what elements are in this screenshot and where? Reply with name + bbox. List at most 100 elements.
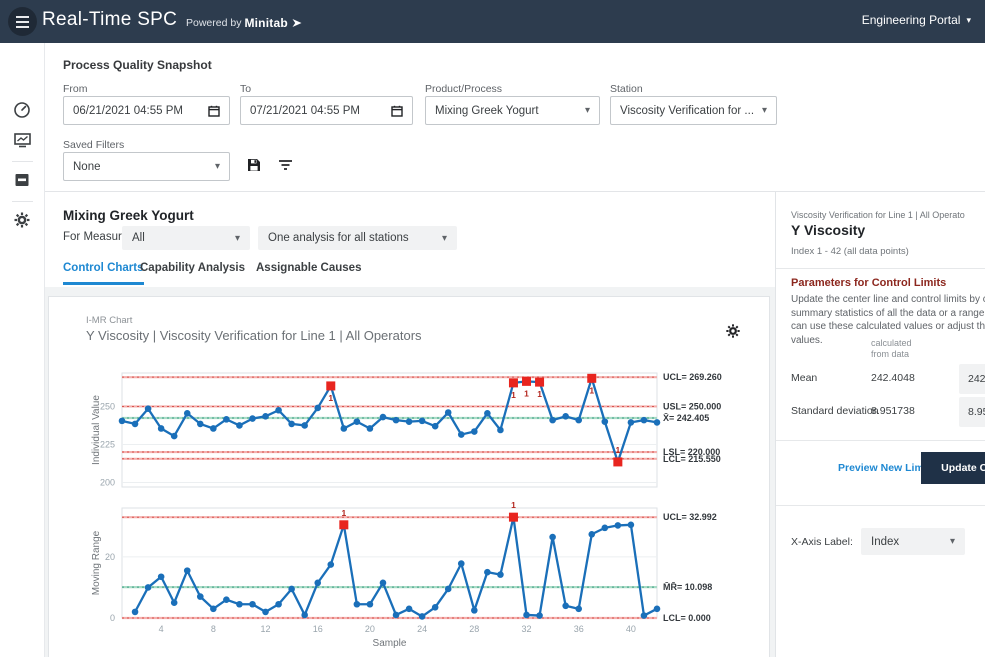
col-header-line2: from data (871, 349, 941, 360)
chart-settings-gear-icon[interactable] (725, 323, 741, 344)
stddev-calculated-value: 8.951738 (871, 405, 915, 417)
archive-icon[interactable] (11, 169, 33, 191)
portal-menu[interactable]: Engineering Portal ▾ (862, 13, 971, 27)
svg-text:1: 1 (615, 445, 620, 455)
stddev-input[interactable]: 8.951738 (959, 397, 985, 427)
from-date-input[interactable]: 06/21/2021 04:55 PM (63, 96, 230, 125)
from-date-value: 06/21/2021 04:55 PM (73, 105, 183, 117)
analysis-select[interactable]: One analysis for all stations ▾ (258, 226, 457, 250)
x-axis-label-caption: X-Axis Label: (791, 536, 853, 548)
svg-text:24: 24 (417, 624, 427, 634)
chevron-down-icon: ▾ (215, 161, 220, 172)
chevron-down-icon: ▾ (762, 105, 767, 116)
rail-divider (12, 201, 33, 202)
saved-filters-select[interactable]: None ▾ (63, 152, 230, 181)
chart-title: Y Viscosity | Viscosity Verification for… (86, 328, 422, 343)
svg-text:4: 4 (159, 624, 164, 634)
brand-name: Minitab (244, 16, 287, 30)
stddev-input-value: 8.951738 (968, 406, 985, 418)
section-title: Process Quality Snapshot (63, 58, 212, 72)
svg-text:1: 1 (328, 393, 333, 403)
hamburger-menu-icon[interactable] (8, 7, 37, 36)
svg-text:32: 32 (522, 624, 532, 634)
station-label: Station (610, 83, 643, 95)
saved-filters-label: Saved Filters (63, 139, 124, 151)
svg-text:1: 1 (341, 508, 346, 518)
svg-text:1: 1 (524, 388, 529, 398)
svg-text:UCL= 269.260: UCL= 269.260 (663, 372, 722, 382)
to-label: To (240, 83, 251, 95)
panel-context: Viscosity Verification for Line 1 | All … (791, 210, 965, 220)
svg-text:LCL= 0.000: LCL= 0.000 (663, 613, 711, 623)
calendar-icon[interactable] (208, 105, 220, 117)
svg-text:28: 28 (469, 624, 479, 634)
gear-icon[interactable] (11, 209, 33, 231)
chevron-down-icon: ▾ (950, 536, 955, 547)
panel-divider (776, 440, 985, 441)
mean-input[interactable]: 242.4048 (959, 364, 985, 394)
svg-text:UCL= 32.992: UCL= 32.992 (663, 512, 717, 522)
from-label: From (63, 83, 88, 95)
rail-divider (12, 161, 33, 162)
saved-filters-value: None (73, 161, 101, 173)
process-heading: Mixing Greek Yogurt (63, 208, 194, 223)
tab-capability-analysis[interactable]: Capability Analysis (140, 262, 245, 282)
imr-control-charts: 200225250UCL= 269.260USL= 250.000X̄= 242… (49, 357, 769, 657)
svg-text:1: 1 (511, 500, 516, 510)
app-title: Real-Time SPC (42, 9, 177, 31)
station-select[interactable]: Viscosity Verification for ... ▾ (610, 96, 777, 125)
product-label: Product/Process (425, 83, 502, 95)
chevron-down-icon: ▾ (442, 233, 447, 244)
measure-value: All (132, 232, 145, 244)
analysis-value: One analysis for all stations (268, 232, 409, 244)
svg-text:40: 40 (626, 624, 636, 634)
x-axis-label-value: Index (871, 536, 899, 548)
powered-prefix: Powered by (186, 17, 241, 29)
product-select[interactable]: Mixing Greek Yogurt ▾ (425, 96, 600, 125)
save-filter-icon[interactable] (246, 157, 262, 178)
station-value: Viscosity Verification for ... (620, 105, 754, 117)
filters-section: Process Quality Snapshot From 06/21/2021… (45, 43, 985, 192)
dashboard-gauge-icon[interactable] (11, 99, 33, 121)
measure-select[interactable]: All ▾ (122, 226, 250, 250)
control-limits-panel: Viscosity Verification for Line 1 | All … (775, 192, 985, 657)
calculated-column-header: calculated from data (871, 338, 941, 360)
update-control-limits-button[interactable]: Update Control Limits (921, 452, 985, 484)
chevron-down-icon: ▾ (585, 105, 590, 116)
svg-text:225: 225 (100, 439, 115, 449)
svg-text:Sample: Sample (373, 638, 407, 649)
svg-text:1: 1 (589, 385, 594, 395)
tab-control-charts[interactable]: Control Charts (63, 262, 144, 285)
svg-text:X̄= 242.405: X̄= 242.405 (663, 413, 709, 423)
svg-text:M̄R̄= 10.098: M̄R̄= 10.098 (663, 582, 712, 592)
mean-input-value: 242.4048 (968, 373, 985, 385)
panel-subtitle: Index 1 - 42 (all data points) (791, 246, 909, 257)
svg-text:8: 8 (211, 624, 216, 634)
chevron-down-icon: ▾ (235, 233, 240, 244)
filter-icon[interactable] (278, 158, 293, 177)
params-heading: Parameters for Control Limits (791, 277, 946, 289)
panel-divider (776, 505, 985, 506)
panel-divider (776, 268, 985, 269)
portal-menu-label: Engineering Portal (862, 13, 961, 27)
svg-text:20: 20 (105, 552, 115, 562)
mean-label: Mean (791, 372, 817, 384)
tab-assignable-causes[interactable]: Assignable Causes (256, 262, 361, 282)
chart-type-label: I-MR Chart (86, 315, 132, 326)
svg-text:16: 16 (313, 624, 323, 634)
to-date-value: 07/21/2021 04:55 PM (250, 105, 360, 117)
x-axis-label-select[interactable]: Index ▾ (861, 528, 965, 555)
svg-text:USL= 250.000: USL= 250.000 (663, 401, 721, 411)
to-date-input[interactable]: 07/21/2021 04:55 PM (240, 96, 413, 125)
monitor-chart-icon[interactable] (11, 129, 33, 151)
svg-text:LCL= 215.550: LCL= 215.550 (663, 454, 721, 464)
app-header: Real-Time SPC Powered by Minitab Enginee… (0, 0, 985, 43)
stddev-label: Standard deviation (791, 405, 879, 417)
powered-by: Powered by Minitab (186, 16, 303, 30)
calendar-icon[interactable] (391, 105, 403, 117)
minitab-logo-icon (291, 17, 303, 29)
product-value: Mixing Greek Yogurt (435, 105, 539, 117)
svg-text:1: 1 (511, 390, 516, 400)
svg-text:250: 250 (100, 401, 115, 411)
chevron-down-icon: ▾ (966, 15, 971, 26)
